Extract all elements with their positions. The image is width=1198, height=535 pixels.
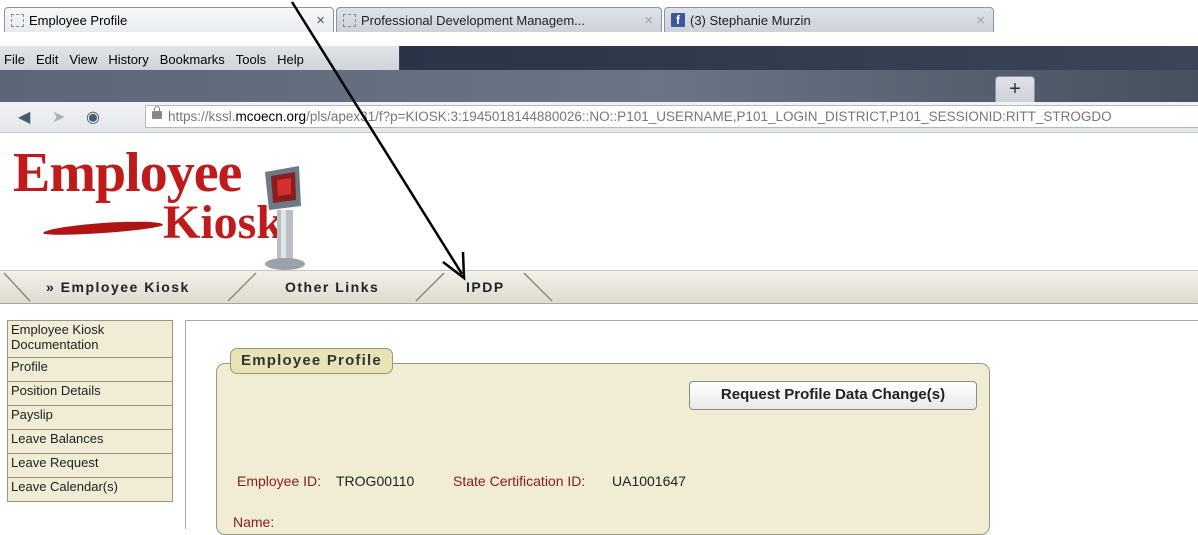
tab-professional-development[interactable]: Professional Development Managem... ×	[336, 7, 662, 32]
url-bar[interactable]: https://kssl.mcoecn.org/pls/apex31/f?p=K…	[145, 105, 1198, 128]
tab-other-links[interactable]: Other Links	[285, 279, 379, 295]
menu-bar: File Edit View History Bookmarks Tools H…	[0, 46, 1198, 70]
close-icon[interactable]: ×	[976, 12, 985, 29]
sidebar-divider	[185, 320, 186, 529]
name-label: Name:	[233, 514, 275, 530]
url-host: mcoecn.org	[235, 109, 307, 124]
employee-id-value: TROG00110	[336, 473, 415, 489]
menu-help[interactable]: Help	[277, 52, 304, 70]
logo-line1: Employee	[13, 142, 242, 204]
menu-bookmarks[interactable]: Bookmarks	[160, 52, 225, 70]
sidebar-item-leave-calendars[interactable]: Leave Calendar(s)	[7, 477, 173, 502]
region-title: Employee Profile	[230, 348, 393, 374]
url-path: /pls/apex31/f?p=KIOSK:3:1945018144880026…	[306, 109, 1112, 124]
facebook-icon: f	[671, 13, 685, 27]
state-cert-value: UA1001647	[612, 473, 686, 489]
identity-icon[interactable]: ◉	[86, 107, 100, 127]
request-profile-change-button[interactable]: Request Profile Data Change(s)	[689, 381, 977, 410]
menu-edit[interactable]: Edit	[36, 52, 58, 70]
menu-tools[interactable]: Tools	[236, 52, 266, 70]
tab-facebook[interactable]: f (3) Stephanie Murzin ×	[664, 7, 994, 32]
menu-file[interactable]: File	[4, 52, 25, 70]
url-prefix: https://kssl.	[168, 109, 236, 124]
logo-swoosh	[42, 218, 164, 238]
tab-label: Employee Profile	[29, 12, 128, 28]
sidebar-item-profile[interactable]: Profile	[7, 357, 173, 382]
tab-employee-kiosk[interactable]: » Employee Kiosk	[46, 279, 190, 295]
page-icon	[11, 13, 24, 27]
tab-employee-profile[interactable]: Employee Profile ×	[4, 7, 334, 32]
tab-label: Professional Development Managem...	[361, 12, 586, 28]
tab-ipdp[interactable]: IPDP	[466, 279, 505, 295]
sidebar: Employee Kiosk Documentation Profile Pos…	[7, 320, 173, 502]
kiosk-icon	[265, 166, 305, 270]
page-icon	[343, 13, 356, 27]
close-icon[interactable]: ×	[316, 12, 325, 29]
lock-icon	[152, 106, 162, 119]
new-tab-button[interactable]: +	[995, 76, 1035, 102]
close-icon[interactable]: ×	[644, 12, 653, 29]
back-icon[interactable]: ◀	[18, 107, 30, 127]
menu-history[interactable]: History	[108, 52, 148, 70]
state-cert-label: State Certification ID:	[453, 473, 586, 489]
menu-items: File Edit View History Bookmarks Tools H…	[0, 46, 399, 70]
forward-icon[interactable]: ➤	[52, 107, 65, 127]
employee-id-label: Employee ID:	[237, 473, 322, 489]
navigation-bar: ◀ ➤ ◉ https://kssl.mcoecn.org/pls/apex31…	[0, 102, 1198, 133]
content-top-border	[185, 320, 1198, 321]
sidebar-item-leave-request[interactable]: Leave Request	[7, 453, 173, 478]
app-tab-bar: » Employee Kiosk Other Links IPDP	[0, 270, 1198, 304]
sidebar-item-payslip[interactable]: Payslip	[7, 405, 173, 430]
employee-kiosk-logo: Employee Kiosk	[13, 142, 283, 265]
page-content: Employee Kiosk » Employee Kiosk Other Li…	[0, 133, 1198, 535]
sidebar-item-leave-balances[interactable]: Leave Balances	[7, 429, 173, 454]
menu-view[interactable]: View	[69, 52, 97, 70]
sidebar-item-position-details[interactable]: Position Details	[7, 381, 173, 406]
sidebar-item-documentation[interactable]: Employee Kiosk Documentation	[7, 320, 173, 358]
tab-label: (3) Stephanie Murzin	[690, 12, 811, 28]
